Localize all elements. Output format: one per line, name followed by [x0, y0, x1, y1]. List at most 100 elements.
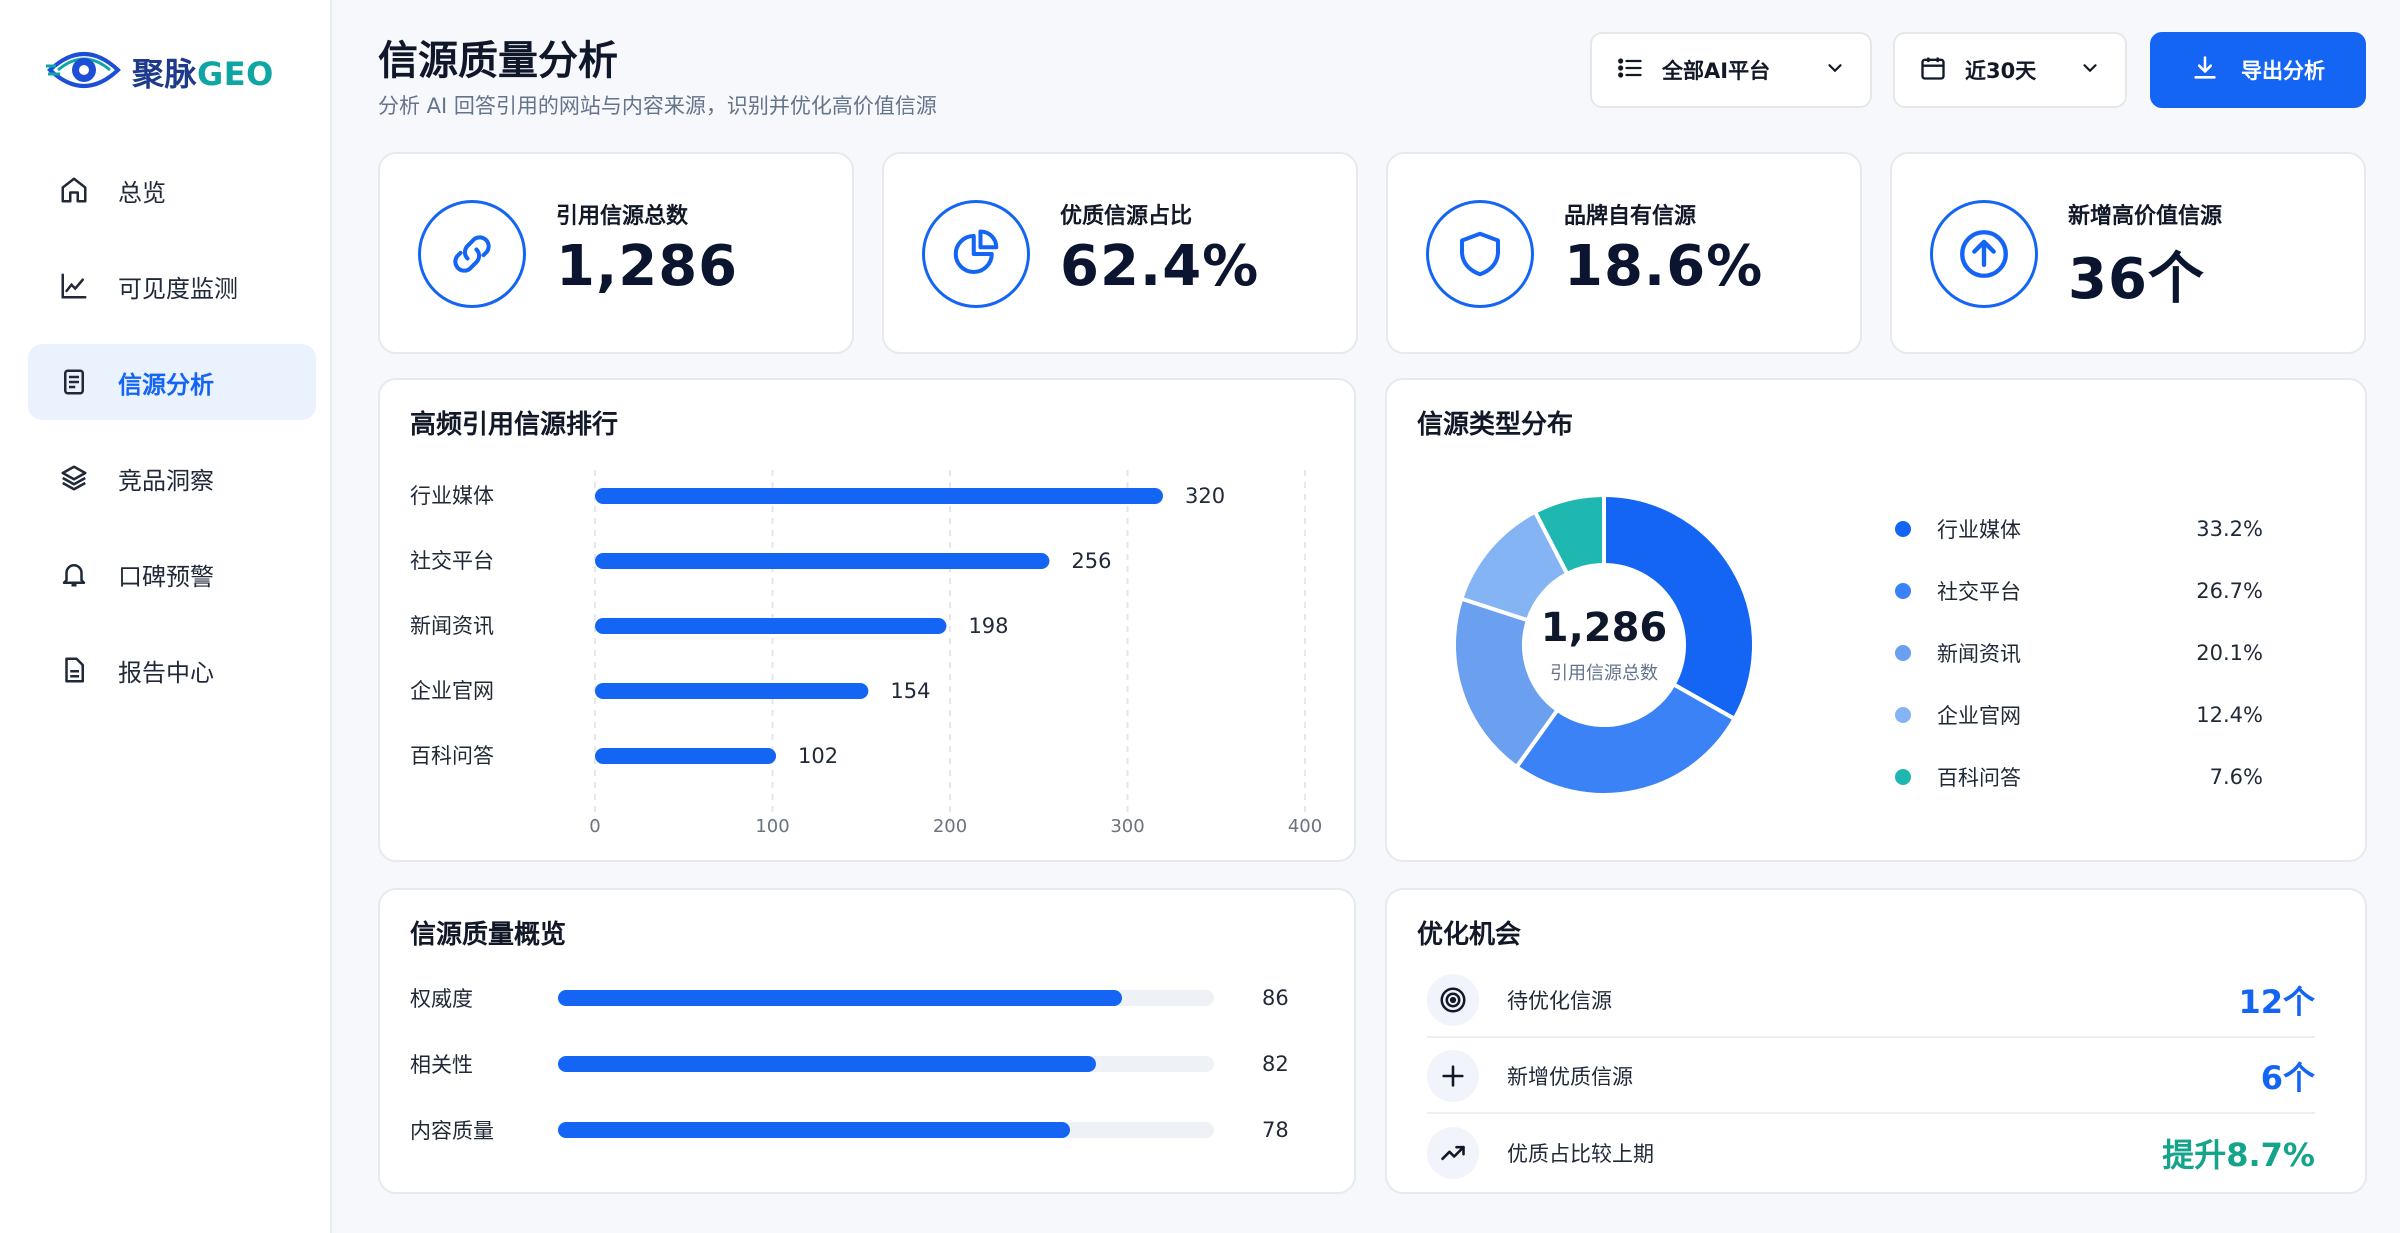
legend-item[interactable]: 百科问答 7.6%: [1895, 746, 2263, 808]
target-icon: [1427, 974, 1479, 1026]
sidebar-item-visibility[interactable]: 可见度监测: [28, 248, 316, 324]
legend-item[interactable]: 行业媒体 33.2%: [1895, 498, 2263, 560]
home-icon: [58, 174, 90, 206]
x-tick-label: 100: [755, 816, 789, 837]
bar[interactable]: [595, 553, 1050, 569]
opportunity-label: 新增优质信源: [1507, 1065, 1633, 1089]
quality-overview-card: 信源质量概览 权威度 86 相关性 82 内容质量 78: [378, 888, 1356, 1194]
legend-percent: 7.6%: [2209, 765, 2263, 789]
opportunity-row-pending[interactable]: 待优化信源 12个: [1427, 964, 2315, 1038]
sidebar-item-label: 竞品洞察: [118, 466, 214, 495]
date-range-label: 近30天: [1965, 59, 2037, 83]
legend-item[interactable]: 新闻资讯 20.1%: [1895, 622, 2263, 684]
stat-card-new-sources: 新增高价值信源 36个: [1890, 152, 2366, 354]
link-icon: [418, 200, 526, 308]
quality-fill: [558, 1056, 1096, 1072]
quality-row-content: 内容质量 78: [410, 1110, 1310, 1150]
legend-dot: [1895, 645, 1911, 661]
legend-percent: 20.1%: [2196, 641, 2263, 665]
legend-label: 百科问答: [1937, 766, 2021, 790]
bar[interactable]: [595, 748, 777, 764]
document-icon: [58, 366, 90, 398]
logo[interactable]: 聚脉GEO: [46, 44, 274, 100]
category-label: 行业媒体: [410, 484, 494, 508]
stat-card-quality-ratio: 优质信源占比 62.4%: [882, 152, 1358, 354]
bell-icon: [58, 558, 90, 590]
donut-center-value: 1,286: [1540, 605, 1668, 651]
date-range-dropdown[interactable]: 近30天: [1893, 32, 2127, 108]
stat-value: 18.6%: [1564, 234, 1764, 299]
quality-fill: [558, 1122, 1070, 1138]
report-file-icon: [58, 654, 90, 686]
optimization-opportunities-card: 优化机会 待优化信源 12个 新增优质信源 6个 优质占比较上期 提升8.7%: [1385, 888, 2367, 1194]
quality-fill: [558, 990, 1123, 1006]
category-label: 百科问答: [410, 744, 494, 768]
line-chart-icon: [58, 270, 90, 302]
bar[interactable]: [595, 683, 869, 699]
quality-track: [558, 1122, 1214, 1138]
sidebar-item-label: 可见度监测: [118, 274, 238, 303]
category-label: 社交平台: [410, 549, 494, 573]
legend-item[interactable]: 企业官网 12.4%: [1895, 684, 2263, 746]
quality-value: 78: [1262, 1118, 1289, 1142]
legend-percent: 12.4%: [2196, 703, 2263, 727]
page-subtitle: 分析 AI 回答引用的网站与内容来源，识别并优化高价值信源: [378, 94, 937, 118]
quality-title: 信源质量概览: [410, 920, 567, 950]
sidebar-item-label: 信源分析: [118, 370, 214, 399]
stat-label: 优质信源占比: [1060, 204, 1193, 229]
donut-legend: 行业媒体 33.2% 社交平台 26.7% 新闻资讯 20.1% 企业官网 12.4% 百科问答…: [1895, 498, 2263, 808]
opportunity-row-new[interactable]: 新增优质信源 6个: [1427, 1040, 2315, 1114]
trending-up-icon: [1427, 1127, 1479, 1179]
stat-label: 品牌自有信源: [1564, 204, 1697, 229]
bar-value-label: 198: [968, 614, 1008, 638]
bar-value-label: 154: [890, 679, 930, 703]
chevron-down-icon: [2079, 57, 2101, 84]
quality-row-relevance: 相关性 82: [410, 1044, 1310, 1084]
opportunity-label: 待优化信源: [1507, 989, 1612, 1013]
export-button[interactable]: 导出分析: [2150, 32, 2366, 108]
bar-value-label: 320: [1185, 484, 1225, 508]
page-title: 信源质量分析: [378, 38, 618, 84]
calendar-icon: [1919, 54, 1947, 87]
sidebar-item-reputation[interactable]: 口碑预警: [28, 536, 316, 612]
x-tick-label: 0: [589, 816, 600, 837]
legend-dot: [1895, 769, 1911, 785]
legend-dot: [1895, 521, 1911, 537]
legend-item[interactable]: 社交平台 26.7%: [1895, 560, 2263, 622]
legend-label: 企业官网: [1937, 704, 2021, 728]
bar-value-label: 256: [1071, 549, 1111, 573]
opportunity-row-ratio[interactable]: 优质占比较上期 提升8.7%: [1427, 1116, 2315, 1190]
quality-track: [558, 990, 1214, 1006]
x-tick-label: 200: [933, 816, 967, 837]
quality-label: 内容质量: [410, 1119, 494, 1143]
opportunities-title: 优化机会: [1417, 920, 1522, 950]
legend-label: 行业媒体: [1937, 518, 2021, 542]
quality-label: 相关性: [410, 1053, 473, 1077]
shield-icon: [1426, 200, 1534, 308]
bar[interactable]: [595, 618, 947, 634]
source-ranking-card: 高频引用信源排行 0 100 200 300 400 行业媒体 320 社交平台 256 新闻资讯…: [378, 378, 1356, 862]
opportunity-value: 12个: [2238, 983, 2315, 1021]
platform-filter-dropdown[interactable]: 全部AI平台: [1590, 32, 1872, 108]
quality-label: 权威度: [410, 987, 473, 1011]
legend-percent: 26.7%: [2196, 579, 2263, 603]
x-tick-label: 300: [1110, 816, 1144, 837]
sidebar-item-label: 口碑预警: [118, 562, 214, 591]
stat-value: 36个: [2068, 247, 2205, 312]
stat-label: 引用信源总数: [556, 204, 689, 229]
bar[interactable]: [595, 488, 1163, 504]
download-icon: [2191, 54, 2219, 87]
legend-label: 社交平台: [1937, 580, 2021, 604]
legend-percent: 33.2%: [2196, 517, 2263, 541]
stat-value: 1,286: [556, 234, 739, 299]
sidebar-item-overview[interactable]: 总览: [28, 152, 316, 228]
sidebar-item-source-analysis[interactable]: 信源分析: [28, 344, 316, 420]
stat-value: 62.4%: [1060, 234, 1260, 299]
source-ranking-chart: 0 100 200 300 400 行业媒体 320 社交平台 256 新闻资讯 198 企业官网 15…: [410, 470, 1322, 837]
sidebar-nav: 总览 可见度监测 信源分析 竞品洞察 口碑预警 报告中心: [28, 152, 316, 728]
source-type-card: 信源类型分布 1,286 引用信源总数 行业媒体 33.2% 社交平台 26.7% 新闻…: [1385, 378, 2367, 862]
sidebar-item-competitor[interactable]: 竞品洞察: [28, 440, 316, 516]
donut-center: 1,286 引用信源总数: [1449, 490, 1759, 800]
sidebar-item-reports[interactable]: 报告中心: [28, 632, 316, 708]
opportunity-value: 提升8.7%: [2162, 1136, 2315, 1174]
